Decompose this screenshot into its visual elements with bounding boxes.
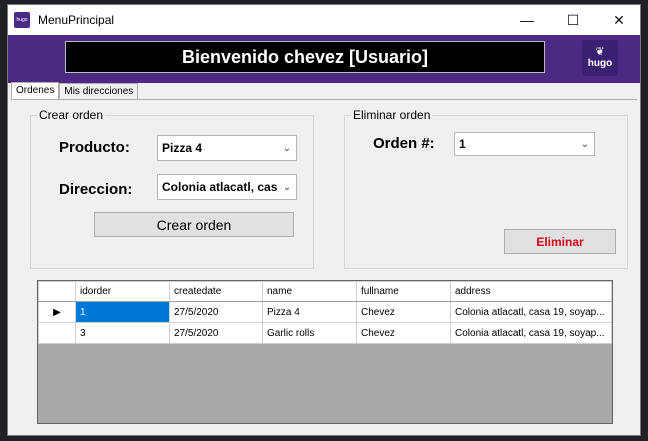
producto-select[interactable]: Pizza 4 ⌄ xyxy=(157,135,297,161)
table-row[interactable]: 3 27/5/2020 Garlic rolls Chevez Colonia … xyxy=(38,322,612,344)
minimize-button[interactable]: — xyxy=(504,5,550,35)
orden-value: 1 xyxy=(459,137,466,151)
chevron-down-icon[interactable]: ⌄ xyxy=(278,136,296,160)
column-header-createdate[interactable]: createdate xyxy=(169,281,263,302)
close-button[interactable]: ✕ xyxy=(596,5,642,35)
cell-address[interactable]: Colonia atlacatl, casa 19, soyap... xyxy=(450,322,612,344)
direccion-label: Direccion: xyxy=(59,181,133,198)
orden-select[interactable]: 1 ⌄ xyxy=(454,132,595,156)
cell-idorder[interactable]: 1 xyxy=(75,301,170,323)
logo-text: hugo xyxy=(587,57,613,69)
cell-name[interactable]: Garlic rolls xyxy=(262,322,357,344)
orden-label: Orden #: xyxy=(373,135,435,152)
producto-value: Pizza 4 xyxy=(162,141,203,155)
grid-header-row: idorder createdate name fullname address xyxy=(38,281,612,302)
hugo-logo: ❦ hugo xyxy=(582,40,618,76)
app-icon: hugo xyxy=(14,12,30,28)
cell-fullname[interactable]: Chevez xyxy=(356,301,451,323)
main-window: hugo MenuPrincipal — ☐ ✕ Bienvenido chev… xyxy=(7,4,641,436)
window-title: MenuPrincipal xyxy=(38,13,115,27)
column-header-name[interactable]: name xyxy=(262,281,357,302)
column-header-idorder[interactable]: idorder xyxy=(75,281,170,302)
header-banner: Bienvenido chevez [Usuario] ❦ hugo xyxy=(8,35,640,83)
welcome-label: Bienvenido chevez [Usuario] xyxy=(65,41,545,73)
crear-orden-button[interactable]: Crear orden xyxy=(94,212,294,237)
orders-grid[interactable]: idorder createdate name fullname address… xyxy=(37,280,613,424)
cell-fullname[interactable]: Chevez xyxy=(356,322,451,344)
crear-orden-title: Crear orden xyxy=(37,108,106,122)
logo-mark-icon: ❦ xyxy=(595,45,605,58)
tab-strip: Ordenes Mis direcciones xyxy=(11,82,139,100)
cell-createdate[interactable]: 27/5/2020 xyxy=(169,301,263,323)
producto-label: Producto: xyxy=(59,139,130,156)
cell-name[interactable]: Pizza 4 xyxy=(262,301,357,323)
chevron-down-icon[interactable]: ⌄ xyxy=(576,133,594,155)
tab-ordenes[interactable]: Ordenes xyxy=(11,82,60,100)
direccion-value: Colonia atlacatl, cas xyxy=(162,180,278,194)
eliminar-button[interactable]: Eliminar xyxy=(504,229,616,254)
column-header-address[interactable]: address xyxy=(450,281,612,302)
eliminar-orden-group: Eliminar orden Orden #: 1 ⌄ Eliminar xyxy=(344,108,628,269)
ordenes-panel: Crear orden Producto: Pizza 4 ⌄ Direccio… xyxy=(11,99,637,433)
cell-idorder[interactable]: 3 xyxy=(75,322,170,344)
column-header-fullname[interactable]: fullname xyxy=(356,281,451,302)
direccion-select[interactable]: Colonia atlacatl, cas ⌄ xyxy=(157,174,297,200)
tab-mis-direcciones[interactable]: Mis direcciones xyxy=(59,83,139,100)
maximize-button[interactable]: ☐ xyxy=(550,5,596,35)
crear-orden-group: Crear orden Producto: Pizza 4 ⌄ Direccio… xyxy=(30,108,314,269)
cell-createdate[interactable]: 27/5/2020 xyxy=(169,322,263,344)
row-header-corner xyxy=(38,281,76,302)
cell-address[interactable]: Colonia atlacatl, casa 19, soyap... xyxy=(450,301,612,323)
eliminar-orden-title: Eliminar orden xyxy=(351,108,433,122)
table-row[interactable]: ▶ 1 27/5/2020 Pizza 4 Chevez Colonia atl… xyxy=(38,301,612,323)
chevron-down-icon[interactable]: ⌄ xyxy=(278,175,296,199)
orders-table: idorder createdate name fullname address… xyxy=(38,281,612,344)
title-bar: hugo MenuPrincipal — ☐ ✕ xyxy=(8,5,640,35)
row-header[interactable] xyxy=(38,322,76,344)
current-row-marker-icon[interactable]: ▶ xyxy=(38,301,76,323)
